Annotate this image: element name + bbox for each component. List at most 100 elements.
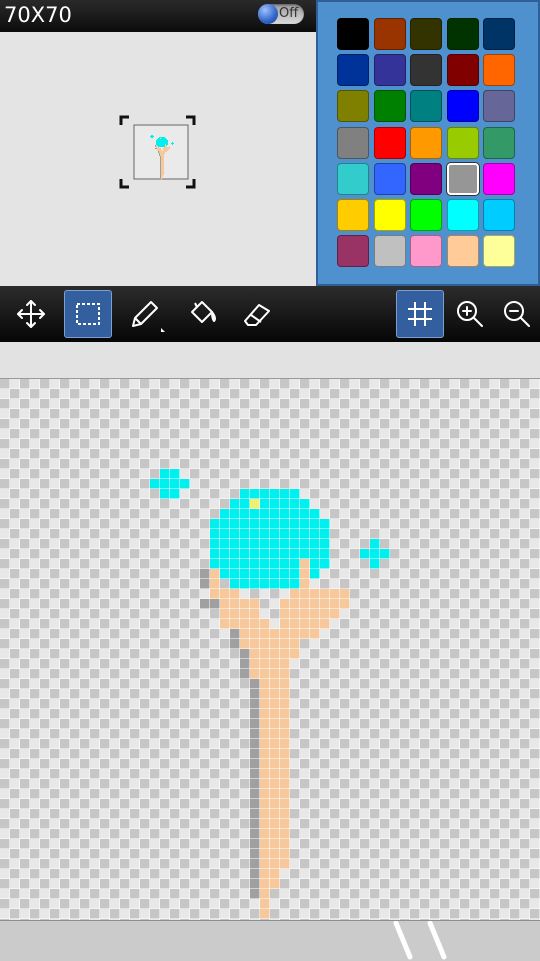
palette-swatch[interactable]	[483, 54, 515, 87]
thumbnail-pixel-block	[159, 152, 165, 153]
drawing-canvas[interactable]	[0, 379, 540, 920]
toolbar	[0, 286, 540, 342]
move-tool-button[interactable]	[7, 290, 55, 338]
bucket-tool-button[interactable]	[178, 290, 226, 338]
palette-swatch[interactable]	[373, 18, 406, 50]
palette-swatch[interactable]	[410, 54, 442, 87]
thumbnail-pixel-block	[159, 137, 165, 138]
thumbnail-pixel-block	[157, 148, 161, 149]
canvas-header-band	[0, 342, 540, 379]
thumbnail-pixel-block	[161, 177, 162, 180]
pixel-grid[interactable]	[0, 379, 540, 920]
pencil-tool-button[interactable]	[121, 290, 169, 338]
bucket-icon	[191, 301, 217, 323]
palette-swatch[interactable]	[483, 162, 515, 195]
thumbnail-pixel-block	[156, 144, 168, 145]
canvas-size-label: 70X70	[4, 3, 72, 27]
palette-swatch[interactable]	[483, 126, 515, 159]
palette-swatch[interactable]	[483, 235, 515, 268]
thumbnail-pixel-block	[160, 138, 161, 139]
thumbnail-pixel-block	[158, 151, 159, 153]
palette-swatch[interactable]	[446, 199, 479, 231]
palette-swatch[interactable]	[373, 162, 406, 195]
palette-swatch[interactable]	[446, 90, 479, 123]
zoom-out-icon	[504, 301, 530, 327]
palette-swatch[interactable]	[373, 126, 406, 159]
eraser-icon	[244, 304, 270, 326]
resize-grip-icon[interactable]	[392, 921, 452, 961]
preview-thumbnail[interactable]	[0, 32, 316, 286]
palette-swatch[interactable]	[446, 54, 479, 87]
top-bar: 70X70 Off	[0, 0, 316, 32]
palette-swatch[interactable]	[337, 126, 369, 159]
palette-swatch[interactable]	[446, 235, 479, 268]
thumbnail-pixel-block	[158, 138, 166, 139]
thumbnail-pixel-block	[171, 143, 174, 144]
palette-swatch[interactable]	[483, 90, 515, 123]
thumbnail-pixel-block	[151, 137, 153, 138]
zoom-in-icon	[457, 301, 483, 327]
thumbnail-pixel-block	[151, 135, 153, 136]
palette-swatch[interactable]	[410, 90, 442, 123]
color-palette	[316, 0, 540, 286]
preview-panel	[0, 32, 316, 286]
thumbnail-pixel-block	[160, 176, 161, 178]
palette-swatch[interactable]	[337, 18, 369, 50]
palette-swatch[interactable]	[410, 162, 442, 195]
thumbnail-pixel-block	[160, 156, 161, 176]
palette-swatch[interactable]	[483, 199, 515, 231]
toggle-label: Off	[279, 6, 299, 21]
palette-swatch[interactable]	[446, 18, 479, 50]
palette-swatch[interactable]	[373, 90, 406, 123]
thumbnail-pixel-block	[159, 151, 167, 152]
palette-swatch[interactable]	[483, 18, 515, 50]
zoom-in-button[interactable]	[446, 290, 494, 338]
thumbnail-pixel-block	[157, 139, 167, 140]
zoom-out-button[interactable]	[493, 290, 540, 338]
thumbnail-pixel-block	[156, 147, 159, 148]
thumbnail-pixel-block	[172, 144, 173, 145]
thumbnail-pixel-block	[160, 154, 164, 156]
palette-swatch[interactable]	[337, 199, 369, 231]
thumbnail-pixel-block	[158, 146, 165, 147]
thumbnail-pixel-block	[163, 148, 170, 149]
thumbnail-pixel-block	[159, 153, 160, 156]
grid-view-button[interactable]	[396, 290, 444, 338]
palette-swatch[interactable]	[337, 162, 369, 195]
grid-lines	[0, 379, 540, 920]
pencil-icon	[132, 301, 165, 332]
eraser-tool-button[interactable]	[233, 290, 281, 338]
palette-swatch[interactable]	[337, 235, 369, 268]
thumbnail-pixel-block	[156, 140, 168, 144]
thumbnail-pixel-block	[161, 175, 163, 177]
palette-swatch[interactable]	[373, 199, 406, 231]
palette-swatch[interactable]	[373, 235, 406, 268]
palette-swatch[interactable]	[337, 54, 369, 87]
bottom-bar	[0, 920, 540, 961]
thumbnail-pixel-block	[165, 144, 166, 147]
viewport-frame[interactable]	[119, 115, 196, 189]
toggle-knob[interactable]	[258, 4, 278, 24]
thumbnail-pixel-block	[172, 142, 173, 143]
palette-swatch[interactable]	[410, 235, 442, 268]
palette-swatch[interactable]	[410, 126, 442, 159]
thumbnail-pixel-block	[155, 145, 156, 147]
select-tool-button[interactable]	[64, 290, 112, 338]
select-icon	[76, 303, 100, 325]
grid-toggle-switch[interactable]: Off	[258, 4, 304, 24]
thumbnail-pixel-block	[150, 136, 154, 137]
palette-swatch[interactable]	[446, 126, 479, 159]
palette-swatch[interactable]	[446, 162, 479, 195]
palette-swatch[interactable]	[337, 90, 369, 123]
palette-swatch[interactable]	[373, 54, 406, 87]
palette-swatch[interactable]	[410, 18, 442, 50]
thumbnail-pixel-block	[156, 145, 157, 147]
thumbnail-pixel-block	[163, 149, 169, 150]
thumbnail-pixel-block	[155, 148, 157, 149]
thumbnail-pixel-block	[163, 150, 168, 151]
thumbnail-pixel-block	[160, 153, 165, 154]
thumbnail-pixel-block	[157, 150, 162, 151]
palette-swatch[interactable]	[410, 199, 442, 231]
move-icon	[17, 300, 45, 328]
thumbnail-pixel-block	[157, 149, 161, 150]
